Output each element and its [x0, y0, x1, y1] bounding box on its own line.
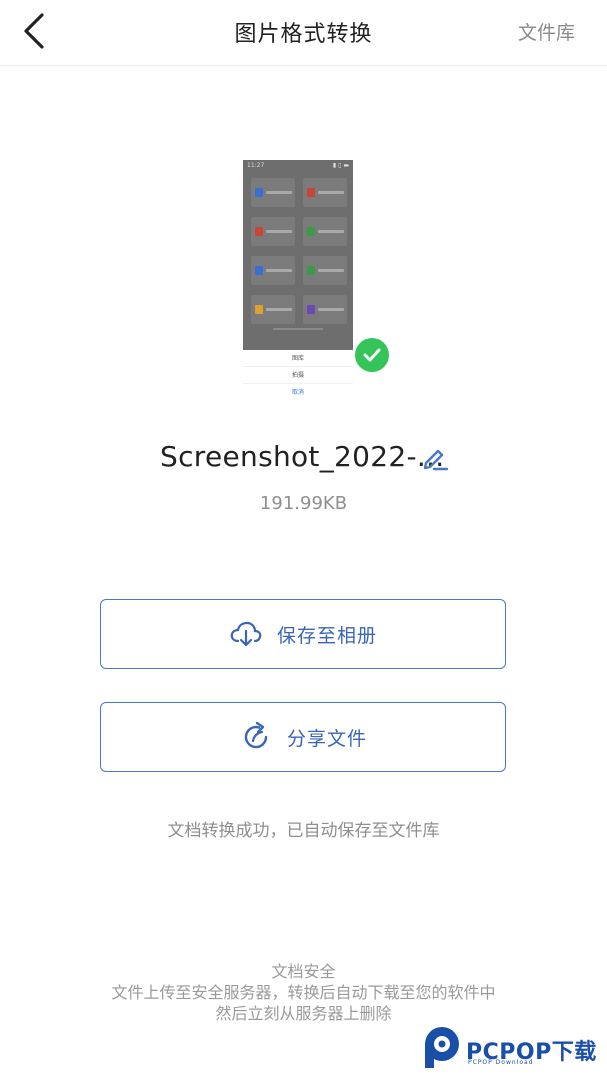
thumbnail-menu-item: 拍摄	[243, 367, 353, 384]
thumbnail-tile-text	[266, 308, 292, 311]
thumbnail-tile-text	[318, 191, 344, 194]
thumbnail-tile	[251, 217, 295, 246]
thumbnail-tile	[251, 178, 295, 207]
thumbnail-status-icons: ▮ ▯ ▬	[332, 162, 349, 169]
thumbnail-grid	[251, 178, 347, 324]
thumbnail-menu: 图库 拍摄 取消	[243, 350, 353, 403]
thumbnail-tile-icon	[255, 188, 263, 197]
thumbnail-menu-item: 取消	[291, 389, 304, 396]
thumbnail-tile-icon	[307, 188, 315, 197]
pcpop-watermark: PCPOP下载 PCPOP Download	[422, 1026, 607, 1076]
save-to-album-button[interactable]: 保存至相册	[100, 599, 506, 669]
thumbnail-tile-icon	[255, 227, 263, 236]
page-title: 图片格式转换	[234, 22, 373, 47]
thumbnail-tile-icon	[255, 305, 263, 314]
pencil-icon	[423, 449, 449, 471]
thumbnail-status-bar: 11:27 ▮ ▯ ▬	[243, 160, 353, 172]
save-to-album-label: 保存至相册	[276, 624, 377, 647]
security-title: 文档安全	[271, 962, 336, 981]
success-check-icon	[355, 338, 389, 372]
thumbnail-tile-icon	[307, 305, 315, 314]
thumbnail-tile	[251, 295, 295, 324]
thumbnail-status-time: 11:27	[247, 162, 265, 169]
thumbnail-tile-text	[266, 230, 292, 233]
thumbnail-tile	[303, 256, 347, 285]
thumbnail-screen: 11:27 ▮ ▯ ▬	[243, 160, 353, 350]
thumbnail-tile-icon	[307, 227, 315, 236]
thumbnail-tile-text	[318, 269, 344, 272]
share-file-label: 分享文件	[286, 727, 367, 750]
thumbnail-tile-text	[266, 269, 292, 272]
thumbnail-tile	[303, 217, 347, 246]
thumbnail-tile	[251, 256, 295, 285]
security-line: 然后立刻从服务器上删除	[215, 1004, 392, 1023]
file-library-link[interactable]: 文件库	[518, 18, 575, 45]
thumbnail-tile-text	[318, 230, 344, 233]
converted-image-thumbnail[interactable]: 11:27 ▮ ▯ ▬ 图库 拍摄 取消	[243, 160, 353, 403]
thumbnail-tile	[303, 178, 347, 207]
thumbnail-tile-text	[318, 308, 344, 311]
pcpop-logo-icon	[425, 1027, 459, 1068]
thumbnail-footer-line	[273, 328, 323, 330]
thumbnail-menu-item: 图库	[243, 350, 353, 367]
file-name: Screenshot_2022-...	[160, 440, 445, 473]
file-size: 191.99KB	[259, 493, 348, 514]
conversion-success-message: 文档转换成功，已自动保存至文件库	[167, 821, 440, 841]
top-bar: 图片格式转换 文件库	[0, 0, 607, 66]
thumbnail-tile	[303, 295, 347, 324]
security-line: 文件上传至安全服务器，转换后自动下载至您的软件中	[111, 983, 496, 1002]
security-notice: 文档安全 文件上传至安全服务器，转换后自动下载至您的软件中 然后立刻从服务器上删…	[0, 961, 607, 1024]
thumbnail-tile-text	[266, 191, 292, 194]
watermark-subtitle: PCPOP Download	[468, 1059, 534, 1066]
share-icon	[244, 721, 268, 749]
cloud-download-icon	[230, 621, 262, 647]
thumbnail-tile-icon	[307, 266, 315, 275]
thumbnail-tile-icon	[255, 266, 263, 275]
share-file-button[interactable]: 分享文件	[100, 702, 506, 772]
rename-button[interactable]	[420, 443, 450, 473]
